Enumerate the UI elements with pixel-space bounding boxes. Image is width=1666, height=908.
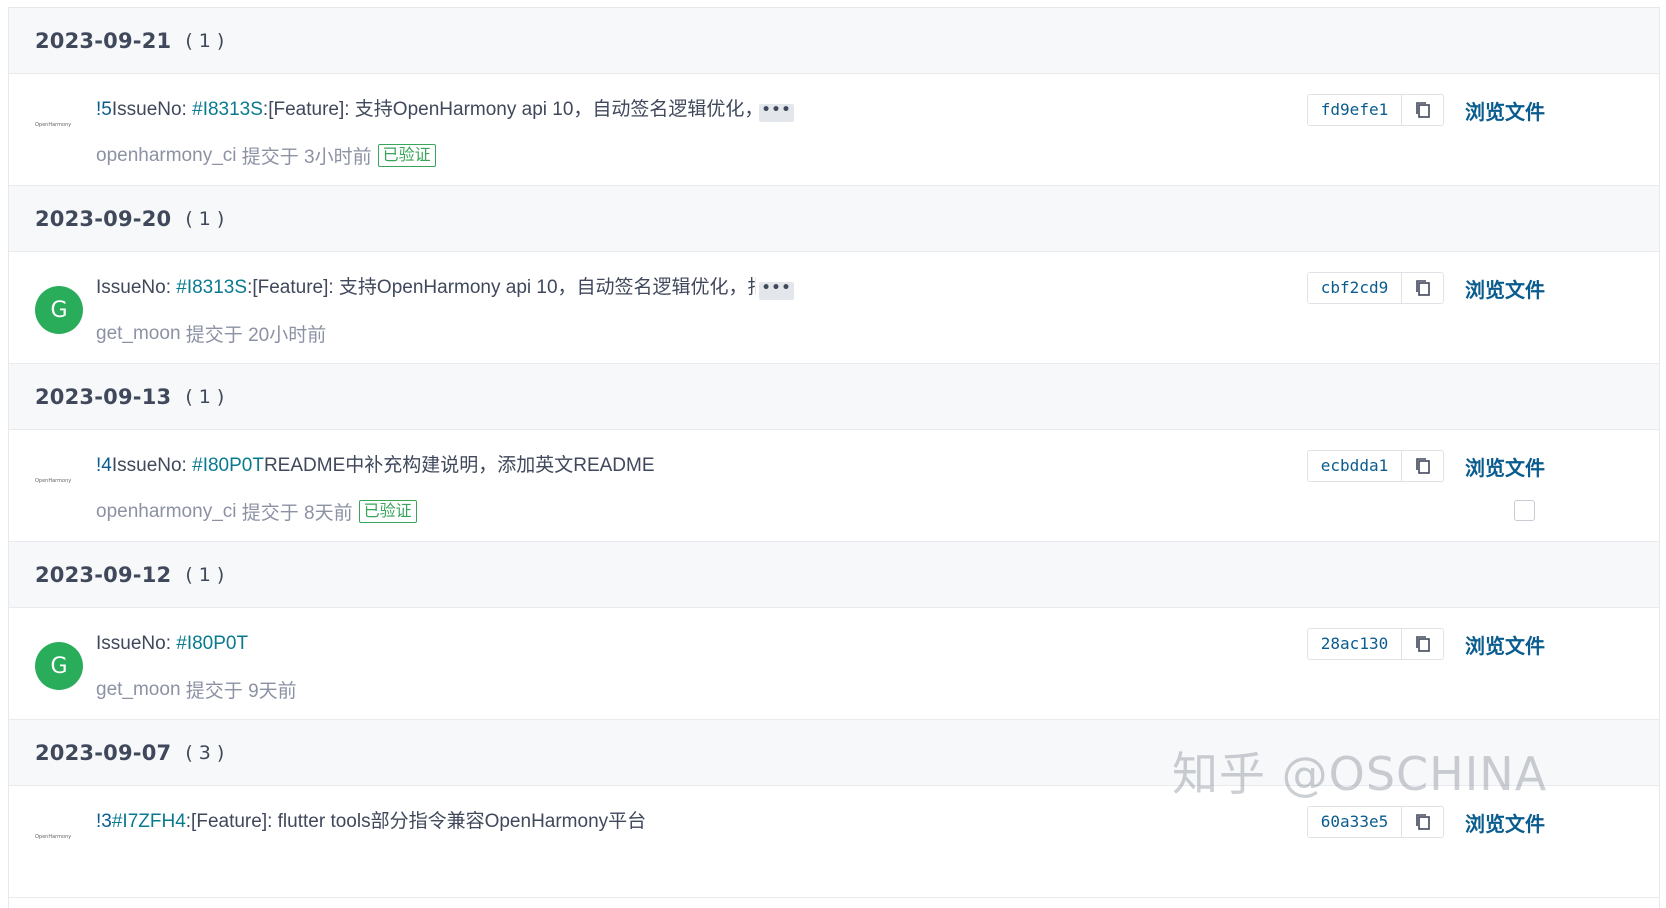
group-count: (1)	[185, 29, 231, 52]
commit-message[interactable]: :[Feature]: 支持OpenHarmony api 10，自动签名逻辑优…	[263, 99, 756, 120]
browse-files-link[interactable]: 浏览文件	[1465, 630, 1545, 659]
date-group-header: 2023-09-12 (1)	[9, 542, 1659, 608]
avatar[interactable]: G	[35, 286, 83, 334]
sha-box: 60a33e5	[1307, 806, 1444, 838]
commit-message[interactable]: :[Feature]: 支持OpenHarmony api 10，自动签名逻辑优…	[247, 277, 756, 298]
issue-link[interactable]: #I80P0T	[192, 455, 264, 476]
copy-icon[interactable]	[1402, 101, 1443, 119]
avatar-openharmony-logo[interactable]: OpenHarmony	[35, 122, 81, 134]
commit-title: !3#I7ZFH4:[Feature]: flutter tools部分指令兼容…	[96, 808, 646, 836]
commit-time: 提交于 3小时前	[241, 147, 372, 168]
commit-time: 提交于 8天前	[241, 503, 353, 524]
issue-label: IssueNo:	[111, 99, 193, 120]
copy-icon[interactable]	[1402, 813, 1443, 831]
group-date: 2023-09-20	[35, 206, 172, 231]
group-date: 2023-09-12	[35, 562, 172, 587]
commit-message[interactable]: README中补充构建说明，添加英文README	[264, 455, 655, 476]
browse-files-link[interactable]: 浏览文件	[1465, 274, 1545, 303]
copy-icon[interactable]	[1402, 635, 1443, 653]
browse-files-link[interactable]: 浏览文件	[1465, 808, 1545, 837]
commit-time: 提交于 20小时前	[185, 325, 327, 346]
commit-row: G IssueNo: #I80P0T get_moon 提交于 9天前 28ac…	[9, 608, 1659, 720]
issue-label: IssueNo:	[111, 455, 193, 476]
author-name[interactable]: get_moon	[96, 323, 181, 345]
group-date: 2023-09-13	[35, 384, 172, 409]
issue-link[interactable]: #I80P0T	[176, 633, 248, 654]
sha-box: fd9efe1	[1307, 94, 1444, 126]
commit-title: IssueNo: #I8313S:[Feature]: 支持OpenHarmon…	[96, 274, 756, 302]
select-checkbox[interactable]	[1514, 500, 1535, 521]
author-name[interactable]: openharmony_ci	[96, 145, 236, 167]
group-count: (1)	[185, 385, 231, 408]
commit-title: !5IssueNo: #I8313S:[Feature]: 支持OpenHarm…	[96, 96, 756, 124]
avatar[interactable]: G	[35, 642, 83, 690]
copy-icon[interactable]	[1402, 279, 1443, 297]
logo-text: OpenHarmony	[35, 122, 72, 128]
verified-badge: 已验证	[358, 500, 417, 523]
sha-box: ecbdda1	[1307, 450, 1444, 482]
expand-message-button[interactable]: •••	[759, 103, 794, 122]
date-group-header: 2023-09-13 (1)	[9, 364, 1659, 430]
verified-badge: 已验证	[377, 144, 436, 167]
commit-row: OpenHarmony !4IssueNo: #I80P0TREADME中补充构…	[9, 430, 1659, 542]
pr-link[interactable]: !5	[96, 99, 112, 120]
commit-sha-link[interactable]: ecbdda1	[1308, 451, 1402, 481]
avatar-openharmony-logo[interactable]: OpenHarmony	[35, 478, 81, 490]
group-date: 2023-09-21	[35, 28, 172, 53]
issue-link[interactable]: #I7ZFH4	[112, 811, 186, 832]
date-group-header: 2023-09-20 (1)	[9, 186, 1659, 252]
commit-meta: get_moon 提交于 9天前	[96, 676, 297, 703]
commit-title: !4IssueNo: #I80P0TREADME中补充构建说明，添加英文READ…	[96, 452, 655, 480]
commit-sha-link[interactable]: 60a33e5	[1308, 807, 1402, 837]
watermark: 知乎 @OSCHINA	[1172, 747, 1548, 801]
issue-label: IssueNo:	[96, 633, 177, 654]
browse-files-link[interactable]: 浏览文件	[1465, 452, 1545, 481]
expand-message-button[interactable]: •••	[759, 281, 794, 300]
commit-title: IssueNo: #I80P0T	[96, 630, 248, 658]
copy-icon[interactable]	[1402, 457, 1443, 475]
logo-text: OpenHarmony	[35, 478, 72, 484]
author-name[interactable]: get_moon	[96, 679, 181, 701]
pr-link[interactable]: !4	[96, 455, 112, 476]
sha-box: 28ac130	[1307, 628, 1444, 660]
commit-meta: openharmony_ci 提交于 3小时前 已验证	[96, 142, 436, 169]
commit-sha-link[interactable]: fd9efe1	[1308, 95, 1402, 125]
commit-sha-link[interactable]: 28ac130	[1308, 629, 1402, 659]
logo-text: OpenHarmony	[35, 834, 72, 840]
group-date: 2023-09-07	[35, 740, 172, 765]
sha-box: cbf2cd9	[1307, 272, 1444, 304]
pr-link[interactable]: !3	[96, 811, 112, 832]
issue-link[interactable]: #I8313S	[176, 277, 247, 298]
commit-row: G IssueNo: #I8313S:[Feature]: 支持OpenHarm…	[9, 252, 1659, 364]
group-count: (3)	[185, 741, 231, 764]
group-count: (1)	[185, 563, 231, 586]
issue-label: IssueNo:	[96, 277, 177, 298]
commit-message[interactable]: :[Feature]: flutter tools部分指令兼容OpenHarmo…	[186, 811, 646, 832]
commit-row: OpenHarmony !5IssueNo: #I8313S:[Feature]…	[9, 74, 1659, 186]
commit-meta: get_moon 提交于 20小时前	[96, 320, 326, 347]
avatar-openharmony-logo[interactable]: OpenHarmony	[35, 834, 81, 846]
commit-time: 提交于 9天前	[185, 681, 297, 702]
issue-link[interactable]: #I8313S	[192, 99, 263, 120]
group-count: (1)	[185, 207, 231, 230]
commit-meta: openharmony_ci 提交于 8天前 已验证	[96, 498, 417, 525]
date-group-header: 2023-09-21 (1)	[9, 8, 1659, 74]
commit-sha-link[interactable]: cbf2cd9	[1308, 273, 1402, 303]
author-name[interactable]: openharmony_ci	[96, 501, 236, 523]
browse-files-link[interactable]: 浏览文件	[1465, 96, 1545, 125]
